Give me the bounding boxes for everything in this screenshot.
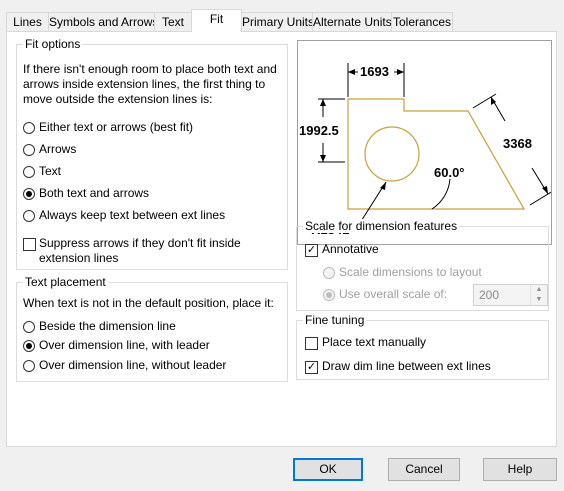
tab-tolerances[interactable]: Tolerances xyxy=(391,12,453,31)
draw-dim-line-checkbox[interactable]: ✓ xyxy=(305,361,318,374)
fit-options-description-3: move outside the extension lines is: xyxy=(23,92,213,106)
dimensioned-shape xyxy=(347,98,526,210)
dim-right-value: 3368 xyxy=(503,136,532,151)
fit-option-best-fit-radio[interactable] xyxy=(23,122,35,134)
ok-button[interactable]: OK xyxy=(293,458,363,481)
tab-primary-units[interactable]: Primary Units xyxy=(241,12,314,31)
tab-lines[interactable]: Lines xyxy=(6,12,49,31)
dim-left-value: 1992.5 xyxy=(299,123,339,138)
tab-symbols-and-arrows[interactable]: Symbols and Arrows xyxy=(48,12,158,31)
annotative-label[interactable]: Annotative xyxy=(322,242,379,257)
placement-with-leader-label[interactable]: Over dimension line, with leader xyxy=(39,338,210,353)
draw-dim-line-label[interactable]: Draw dim line between ext lines xyxy=(322,359,491,374)
suppress-arrows-label-1[interactable]: Suppress arrows if they don't fit inside xyxy=(39,236,241,251)
fit-options-group: Fit options If there isn't enough room t… xyxy=(16,37,288,270)
fine-tuning-group: Fine tuning Place text manually ✓ Draw d… xyxy=(296,313,549,380)
place-text-manually-label[interactable]: Place text manually xyxy=(322,335,426,350)
fit-options-title: Fit options xyxy=(23,37,83,51)
placement-without-leader-radio[interactable] xyxy=(23,360,35,372)
suppress-arrows-checkbox[interactable] xyxy=(23,238,36,251)
tab-alternate-units[interactable]: Alternate Units xyxy=(312,12,392,31)
dim-angle-value: 60.0° xyxy=(434,165,465,180)
cancel-button[interactable]: Cancel xyxy=(388,458,460,481)
fit-options-description-1: If there isn't enough room to place both… xyxy=(23,62,277,76)
placement-with-leader-radio[interactable] xyxy=(23,340,35,352)
fit-option-keep-text-radio[interactable] xyxy=(23,210,35,222)
fit-option-arrows-label[interactable]: Arrows xyxy=(39,142,76,157)
overall-scale-radio[interactable] xyxy=(323,289,335,301)
tab-fit[interactable]: Fit xyxy=(191,9,242,32)
fit-option-text-radio[interactable] xyxy=(23,166,35,178)
fit-options-description-2: arrows inside extension lines, the first… xyxy=(23,77,266,91)
fine-tuning-title: Fine tuning xyxy=(303,313,367,327)
fit-option-both-label[interactable]: Both text and arrows xyxy=(39,186,149,201)
placement-beside-radio[interactable] xyxy=(23,321,35,333)
text-placement-title: Text placement xyxy=(23,275,108,289)
fit-option-keep-text-label[interactable]: Always keep text between ext lines xyxy=(39,208,225,223)
text-placement-group: Text placement When text is not in the d… xyxy=(16,275,288,382)
suppress-arrows-label-2[interactable]: extension lines xyxy=(39,251,118,266)
scale-title: Scale for dimension features xyxy=(303,219,460,233)
fit-option-arrows-radio[interactable] xyxy=(23,144,35,156)
fit-option-both-radio[interactable] xyxy=(23,188,35,200)
overall-scale-label[interactable]: Use overall scale of: xyxy=(339,287,447,302)
overall-scale-value[interactable]: 200 xyxy=(479,288,499,302)
placement-without-leader-label[interactable]: Over dimension line, without leader xyxy=(39,358,226,373)
spinner-down-icon[interactable]: ▼ xyxy=(531,295,547,305)
dimension-preview: 1693 1992.5 3368 60.0° R1341 xyxy=(297,40,554,245)
scale-to-layout-radio[interactable] xyxy=(323,267,335,279)
annotative-checkbox[interactable]: ✓ xyxy=(305,244,318,257)
fit-option-text-label[interactable]: Text xyxy=(39,164,61,179)
placement-beside-label[interactable]: Beside the dimension line xyxy=(39,319,176,334)
preview-drawing: 1693 1992.5 3368 60.0° R1341 xyxy=(299,63,554,237)
dim-top-value: 1693 xyxy=(360,64,389,79)
overall-scale-spinner[interactable]: 200 ▲ ▼ xyxy=(473,284,548,306)
tab-text[interactable]: Text xyxy=(154,12,192,31)
fit-option-best-fit-label[interactable]: Either text or arrows (best fit) xyxy=(39,120,193,135)
spinner-up-icon[interactable]: ▲ xyxy=(531,285,547,295)
place-text-manually-checkbox[interactable] xyxy=(305,337,318,350)
scale-to-layout-label[interactable]: Scale dimensions to layout xyxy=(339,265,482,280)
help-button[interactable]: Help xyxy=(483,458,557,481)
fit-tab-panel: Fit options If there isn't enough room t… xyxy=(6,31,557,447)
spinner-arrows[interactable]: ▲ ▼ xyxy=(530,285,547,305)
text-placement-description: When text is not in the default position… xyxy=(23,296,274,310)
